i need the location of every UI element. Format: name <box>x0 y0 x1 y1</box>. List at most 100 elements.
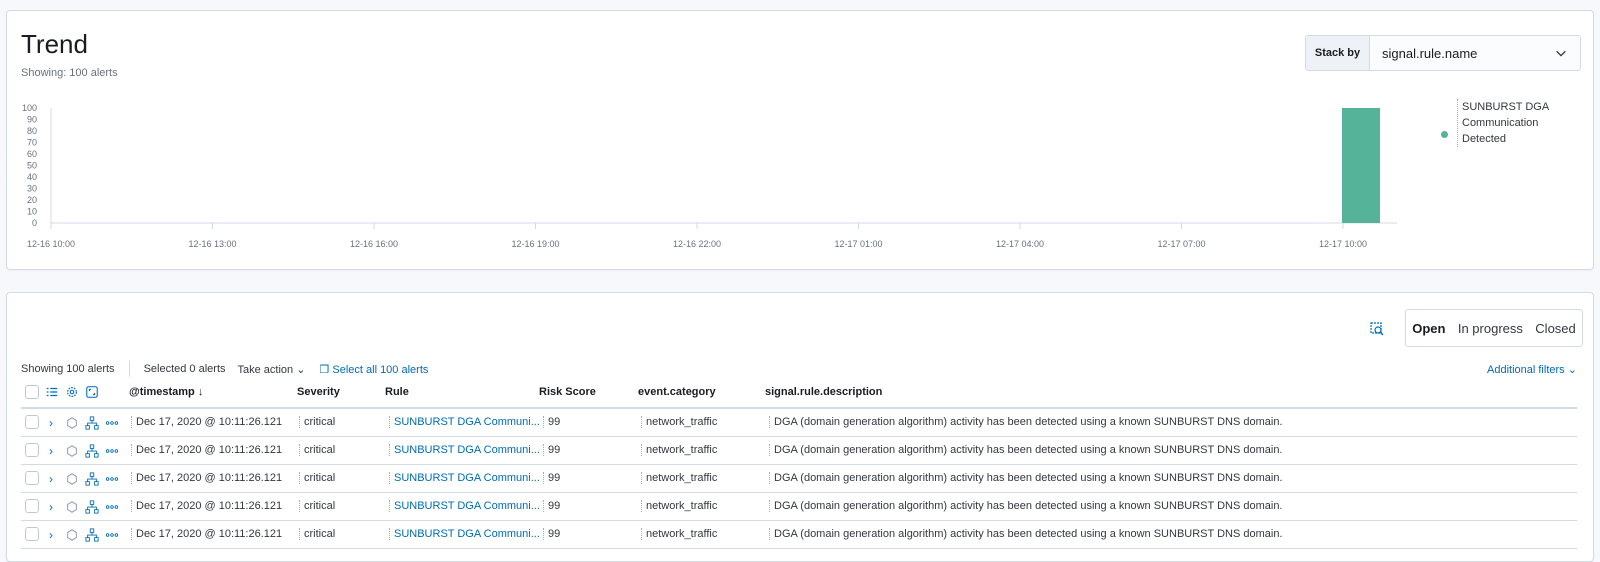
pin-icon[interactable] <box>65 528 79 542</box>
chevron-down-icon <box>1556 50 1566 57</box>
table-row[interactable]: › Dec 17, 2020 @ 10:11:26.121 critical SUNB… <box>21 409 1577 437</box>
x-tick-label: 12-17 04:00 <box>996 239 1044 249</box>
table-row[interactable]: › Dec 17, 2020 @ 10:11:26.121 critical SUNB… <box>21 437 1577 465</box>
gear-icon[interactable] <box>65 385 79 399</box>
more-actions-icon[interactable] <box>105 528 119 542</box>
column-header-description[interactable]: signal.rule.description <box>765 386 882 398</box>
bar[interactable] <box>1342 108 1380 223</box>
y-tick-label: 100 <box>22 103 37 113</box>
column-header-rule[interactable]: Rule <box>385 386 409 398</box>
more-actions-icon[interactable] <box>105 416 119 430</box>
row-checkbox[interactable] <box>25 499 39 513</box>
cell-event-category: network_traffic <box>641 500 717 512</box>
fullscreen-icon[interactable] <box>85 385 99 399</box>
row-checkbox[interactable] <box>25 415 39 429</box>
cell-timestamp: Dec 17, 2020 @ 10:11:26.121 <box>131 472 282 484</box>
x-tick-label: 12-16 22:00 <box>673 239 721 249</box>
x-tick-label: 12-16 10:00 <box>27 239 75 249</box>
expand-chevron-icon[interactable]: › <box>49 528 63 542</box>
network-icon[interactable] <box>85 416 99 430</box>
pin-icon[interactable] <box>65 472 79 486</box>
cell-severity: critical <box>299 416 335 428</box>
select-all-checkbox[interactable] <box>25 385 39 399</box>
cell-risk-score: 99 <box>543 500 560 512</box>
trend-chart: 100 9080 7060 5040 3020 100 12-16 10:00 12-16 1… <box>22 103 1397 249</box>
trend-panel: Trend Showing: 100 alerts Stack by signa… <box>6 10 1594 270</box>
status-filter-group: Open In progress Closed <box>1405 309 1583 347</box>
additional-filters-button[interactable]: Additional filters ⌄ <box>1487 363 1577 376</box>
column-header-timestamp-label: @timestamp <box>129 386 195 398</box>
chevron-down-icon: ⌄ <box>296 363 306 376</box>
more-actions-icon[interactable] <box>105 444 119 458</box>
cell-rule-link[interactable]: SUNBURST DGA Communi... <box>389 472 540 484</box>
x-tick-label: 12-16 13:00 <box>188 239 236 249</box>
y-tick-label: 20 <box>27 195 37 205</box>
cell-timestamp: Dec 17, 2020 @ 10:11:26.121 <box>131 416 282 428</box>
cell-rule-link[interactable]: SUNBURST DGA Communi... <box>389 500 540 512</box>
row-checkbox[interactable] <box>25 527 39 541</box>
expand-chevron-icon[interactable]: › <box>49 444 63 458</box>
chevron-down-icon: ⌄ <box>1567 364 1577 376</box>
cell-risk-score: 99 <box>543 472 560 484</box>
alerts-panel: Open In progress Closed Showing 100 aler… <box>6 292 1594 562</box>
column-header-timestamp[interactable]: @timestamp ↓ <box>129 386 203 398</box>
y-tick-label: 10 <box>27 207 37 217</box>
x-tick-label: 12-17 01:00 <box>834 239 882 249</box>
cell-rule-link[interactable]: SUNBURST DGA Communi... <box>389 416 540 428</box>
cell-risk-score: 99 <box>543 416 560 428</box>
status-open-button[interactable]: Open <box>1408 321 1449 336</box>
x-tick-label: 12-17 07:00 <box>1157 239 1205 249</box>
select-all-label: Select all 100 alerts <box>332 363 429 376</box>
table-row[interactable]: › Dec 17, 2020 @ 10:11:26.121 critical SUNB… <box>21 465 1577 493</box>
column-header-severity[interactable]: Severity <box>297 386 340 398</box>
cell-rule-link[interactable]: SUNBURST DGA Communi... <box>389 444 540 456</box>
y-tick-label: 90 <box>27 115 37 125</box>
y-tick-label: 60 <box>27 149 37 159</box>
pin-icon[interactable] <box>65 500 79 514</box>
cell-rule-link[interactable]: SUNBURST DGA Communi... <box>389 528 540 540</box>
network-icon[interactable] <box>85 500 99 514</box>
row-checkbox[interactable] <box>25 471 39 485</box>
cell-timestamp: Dec 17, 2020 @ 10:11:26.121 <box>131 500 282 512</box>
copy-icon: ❐ <box>319 363 330 376</box>
y-tick-label: 80 <box>27 126 37 136</box>
cell-severity: critical <box>299 444 335 456</box>
inspect-icon[interactable] <box>1369 321 1385 337</box>
take-action-button[interactable]: Take action ⌄ <box>238 363 306 376</box>
cell-severity: critical <box>299 472 335 484</box>
status-in-progress-button[interactable]: In progress <box>1454 321 1527 336</box>
status-closed-button[interactable]: Closed <box>1531 321 1579 336</box>
expand-chevron-icon[interactable]: › <box>49 472 63 486</box>
legend-swatch <box>1441 131 1448 138</box>
y-tick-label: 70 <box>27 138 37 148</box>
y-tick-label: 40 <box>27 172 37 182</box>
y-tick-label: 30 <box>27 184 37 194</box>
pin-icon[interactable] <box>65 416 79 430</box>
cell-event-category: network_traffic <box>641 472 717 484</box>
table-row[interactable]: › Dec 17, 2020 @ 10:11:26.121 critical SUNB… <box>21 493 1577 521</box>
x-tick-label: 12-17 10:00 <box>1319 239 1367 249</box>
row-checkbox[interactable] <box>25 443 39 457</box>
showing-count: Showing 100 alerts <box>21 363 115 375</box>
table-row[interactable]: › Dec 17, 2020 @ 10:11:26.121 critical SUNB… <box>21 521 1577 549</box>
cell-description: DGA (domain generation algorithm) activi… <box>769 472 1283 484</box>
select-all-button[interactable]: ❐ Select all 100 alerts <box>319 363 428 376</box>
cell-event-category: network_traffic <box>641 416 717 428</box>
network-icon[interactable] <box>85 444 99 458</box>
cell-timestamp: Dec 17, 2020 @ 10:11:26.121 <box>131 444 282 456</box>
more-actions-icon[interactable] <box>105 472 119 486</box>
column-header-risk-score[interactable]: Risk Score <box>539 386 596 398</box>
x-tick-label: 12-16 19:00 <box>511 239 559 249</box>
more-actions-icon[interactable] <box>105 500 119 514</box>
cell-event-category: network_traffic <box>641 528 717 540</box>
expand-chevron-icon[interactable]: › <box>49 500 63 514</box>
column-header-event-category[interactable]: event.category <box>638 386 716 398</box>
network-icon[interactable] <box>85 472 99 486</box>
expand-chevron-icon[interactable]: › <box>49 416 63 430</box>
additional-filters-label: Additional filters <box>1487 364 1565 376</box>
network-icon[interactable] <box>85 528 99 542</box>
cell-description: DGA (domain generation algorithm) activi… <box>769 444 1283 456</box>
legend-label: SUNBURST DGA Communication Detected <box>1457 99 1557 147</box>
pin-icon[interactable] <box>65 444 79 458</box>
list-icon[interactable] <box>45 385 59 399</box>
